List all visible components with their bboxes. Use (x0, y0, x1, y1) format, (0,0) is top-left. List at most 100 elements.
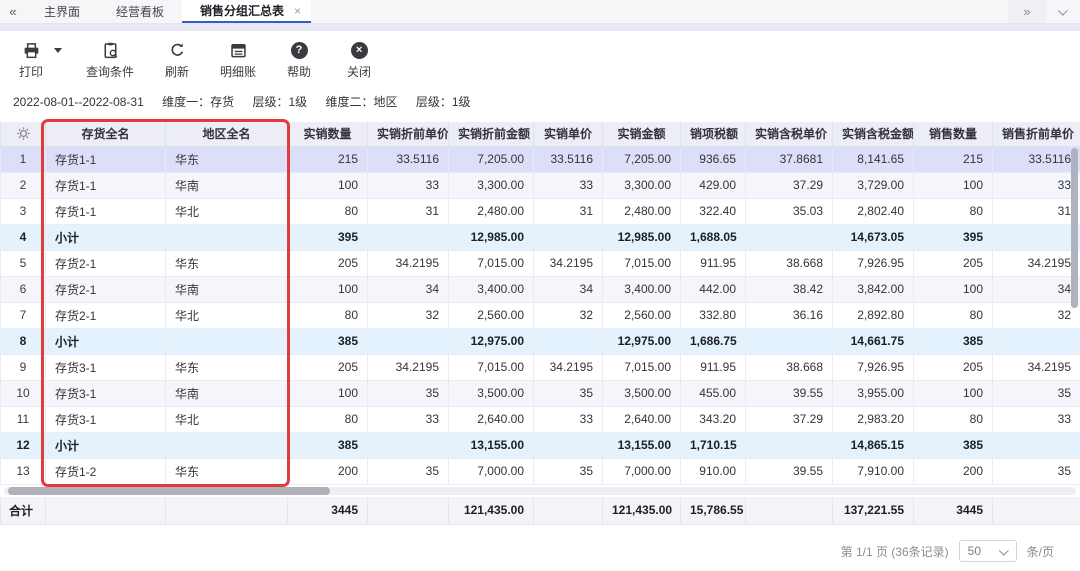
table-cell[interactable]: 385 (914, 328, 993, 354)
table-cell[interactable] (534, 224, 603, 250)
refresh-button[interactable]: 刷新 (160, 40, 194, 80)
table-cell[interactable]: 100 (914, 172, 993, 198)
print-dropdown-caret-icon[interactable] (54, 48, 62, 53)
row-number-cell[interactable]: 7 (1, 302, 46, 328)
table-cell[interactable]: 3,300.00 (603, 172, 681, 198)
table-cell[interactable]: 33 (993, 406, 1080, 432)
table-cell[interactable]: 332.80 (681, 302, 746, 328)
table-cell[interactable] (534, 328, 603, 354)
table-cell[interactable]: 2,640.00 (603, 406, 681, 432)
table-cell[interactable]: 华南 (166, 172, 288, 198)
table-cell[interactable]: 小计 (46, 432, 166, 458)
query-conditions-button[interactable]: 查询条件 (86, 40, 134, 80)
detail-ledger-button[interactable]: 明细账 (220, 40, 256, 80)
table-cell[interactable]: 7,015.00 (603, 250, 681, 276)
table-cell[interactable]: 200 (914, 458, 993, 484)
table-cell[interactable]: 1,686.75 (681, 328, 746, 354)
table-cell[interactable]: 12,975.00 (449, 328, 534, 354)
column-header[interactable]: 实销折前金额 (449, 122, 534, 146)
table-cell[interactable]: 3,400.00 (449, 276, 534, 302)
table-cell[interactable] (368, 224, 449, 250)
table-cell[interactable]: 385 (288, 432, 368, 458)
table-cell[interactable]: 3,729.00 (833, 172, 914, 198)
table-cell[interactable]: 38.668 (746, 354, 833, 380)
table-cell[interactable]: 33.5116 (993, 146, 1080, 172)
table-cell[interactable]: 7,015.00 (603, 354, 681, 380)
table-cell[interactable]: 14,865.15 (833, 432, 914, 458)
table-cell[interactable]: 小计 (46, 224, 166, 250)
table-cell[interactable]: 存货2-1 (46, 276, 166, 302)
table-cell[interactable]: 35 (993, 380, 1080, 406)
table-cell[interactable]: 12,985.00 (603, 224, 681, 250)
row-number-cell[interactable]: 9 (1, 354, 46, 380)
table-cell[interactable]: 3,500.00 (603, 380, 681, 406)
table-cell[interactable]: 华东 (166, 250, 288, 276)
table-cell[interactable] (534, 432, 603, 458)
table-cell[interactable]: 31 (534, 198, 603, 224)
close-button[interactable]: × 关闭 (342, 40, 376, 80)
table-cell[interactable]: 7,205.00 (603, 146, 681, 172)
table-cell[interactable] (993, 432, 1080, 458)
tab-list-dropdown-icon[interactable] (1046, 0, 1080, 23)
table-cell[interactable]: 2,983.20 (833, 406, 914, 432)
table-cell[interactable]: 33 (993, 172, 1080, 198)
table-cell[interactable]: 936.65 (681, 146, 746, 172)
table-cell[interactable]: 31 (368, 198, 449, 224)
table-cell[interactable]: 7,000.00 (449, 458, 534, 484)
table-cell[interactable]: 8,141.65 (833, 146, 914, 172)
table-cell[interactable] (368, 432, 449, 458)
vertical-scrollbar-thumb[interactable] (1071, 148, 1078, 308)
table-row[interactable]: 10存货3-1华南100353,500.00353,500.00455.0039… (1, 380, 1080, 406)
table-cell[interactable]: 7,015.00 (449, 354, 534, 380)
table-cell[interactable]: 33 (368, 406, 449, 432)
row-number-cell[interactable]: 12 (1, 432, 46, 458)
row-number-cell[interactable]: 10 (1, 380, 46, 406)
table-cell[interactable]: 存货3-1 (46, 354, 166, 380)
table-row[interactable]: 4小计39512,985.0012,985.001,688.0514,673.0… (1, 224, 1080, 250)
table-cell[interactable]: 2,480.00 (449, 198, 534, 224)
table-cell[interactable]: 80 (914, 198, 993, 224)
table-cell[interactable]: 37.29 (746, 406, 833, 432)
table-row[interactable]: 13存货1-2华东200357,000.00357,000.00910.0039… (1, 458, 1080, 484)
table-cell[interactable] (166, 328, 288, 354)
row-number-cell[interactable]: 2 (1, 172, 46, 198)
table-cell[interactable] (746, 224, 833, 250)
table-cell[interactable]: 存货3-1 (46, 406, 166, 432)
table-cell[interactable]: 存货2-1 (46, 302, 166, 328)
table-cell[interactable]: 华东 (166, 354, 288, 380)
table-cell[interactable]: 3,300.00 (449, 172, 534, 198)
table-row[interactable]: 5存货2-1华东20534.21957,015.0034.21957,015.0… (1, 250, 1080, 276)
table-cell[interactable]: 37.29 (746, 172, 833, 198)
column-header[interactable]: 实销含税单价 (746, 122, 833, 146)
vertical-scrollbar[interactable] (1071, 146, 1079, 484)
row-number-cell[interactable]: 8 (1, 328, 46, 354)
table-cell[interactable]: 12,985.00 (449, 224, 534, 250)
table-cell[interactable] (166, 432, 288, 458)
row-number-cell[interactable]: 5 (1, 250, 46, 276)
table-cell[interactable]: 205 (288, 354, 368, 380)
table-cell[interactable] (993, 224, 1080, 250)
table-cell[interactable] (746, 432, 833, 458)
table-cell[interactable]: 华东 (166, 146, 288, 172)
table-row[interactable]: 3存货1-1华北80312,480.00312,480.00322.4035.0… (1, 198, 1080, 224)
row-number-cell[interactable]: 11 (1, 406, 46, 432)
table-cell[interactable]: 100 (288, 380, 368, 406)
table-cell[interactable]: 华东 (166, 458, 288, 484)
table-cell[interactable]: 2,560.00 (449, 302, 534, 328)
table-cell[interactable]: 80 (288, 198, 368, 224)
table-cell[interactable]: 100 (288, 172, 368, 198)
table-cell[interactable]: 3,955.00 (833, 380, 914, 406)
table-cell[interactable]: 429.00 (681, 172, 746, 198)
table-cell[interactable]: 7,910.00 (833, 458, 914, 484)
table-cell[interactable]: 35.03 (746, 198, 833, 224)
table-cell[interactable]: 322.40 (681, 198, 746, 224)
table-cell[interactable]: 存货2-1 (46, 250, 166, 276)
table-cell[interactable]: 215 (288, 146, 368, 172)
table-cell[interactable]: 14,673.05 (833, 224, 914, 250)
table-cell[interactable]: 3,500.00 (449, 380, 534, 406)
column-header[interactable]: 地区全名 (166, 122, 288, 146)
table-cell[interactable]: 39.55 (746, 458, 833, 484)
table-cell[interactable]: 442.00 (681, 276, 746, 302)
column-header[interactable]: 实销数量 (288, 122, 368, 146)
table-cell[interactable]: 34.2195 (368, 354, 449, 380)
